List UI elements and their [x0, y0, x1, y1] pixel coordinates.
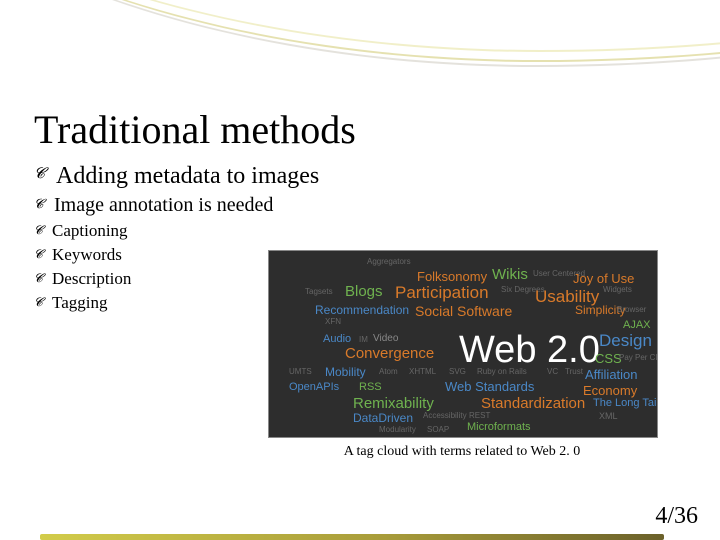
- tag: IM: [359, 335, 368, 344]
- tag: RSS: [359, 381, 382, 393]
- bottom-accent-bar: [40, 534, 664, 540]
- tag: Recommendation: [315, 303, 409, 317]
- tag: DataDriven: [353, 411, 413, 425]
- tag: Participation: [395, 283, 489, 303]
- tag-main: Web 2.0: [459, 329, 600, 372]
- tag: Convergence: [345, 345, 434, 362]
- tag: Wikis: [492, 266, 528, 283]
- tagcloud-figure: Aggregators Folksonomy Wikis User Center…: [268, 250, 656, 460]
- tag: OpenAPIs: [289, 381, 339, 393]
- tagcloud-image: Aggregators Folksonomy Wikis User Center…: [268, 250, 658, 438]
- slide-title: Traditional methods: [0, 0, 720, 153]
- tag: Browser: [617, 305, 646, 314]
- tag: Design: [599, 331, 652, 351]
- tag: Microformats: [467, 421, 531, 433]
- tag: XML: [599, 411, 618, 421]
- tag: Audio: [323, 333, 351, 345]
- tag: SOAP: [427, 425, 449, 434]
- tag: Affiliation: [585, 367, 638, 382]
- tag: Joy of Use: [573, 271, 634, 286]
- tag: Mobility: [325, 365, 366, 379]
- page-number: 4/36: [655, 503, 698, 530]
- tag: SVG: [449, 367, 466, 376]
- tag: XHTML: [409, 367, 436, 376]
- tag: VC: [547, 367, 558, 376]
- tag: XFN: [325, 317, 341, 326]
- image-caption: A tag cloud with terms related to Web 2.…: [268, 444, 656, 460]
- tag: UMTS: [289, 367, 312, 376]
- bullet-level2: Image annotation is needed: [34, 194, 720, 217]
- tag: Remixability: [353, 395, 434, 412]
- tag: Modularity: [379, 425, 416, 434]
- tag: Tagsets: [305, 287, 333, 296]
- tag: Trust: [565, 367, 583, 376]
- bullet-level1: Adding metadata to images: [34, 163, 720, 190]
- tag: Social Software: [415, 303, 512, 319]
- tag: REST: [469, 411, 490, 420]
- tag: Pay Per Click: [619, 353, 658, 362]
- tag: Aggregators: [367, 257, 411, 266]
- tag: Standardization: [481, 395, 585, 412]
- tag: CSS: [595, 351, 622, 366]
- tag: Ruby on Rails: [477, 367, 527, 376]
- tag: Blogs: [345, 283, 383, 300]
- tag: Folksonomy: [417, 269, 487, 284]
- tag: Accessibility: [423, 411, 467, 420]
- tag: AJAX: [623, 319, 651, 331]
- tag: Widgets: [603, 285, 632, 294]
- tag: The Long Tail: [593, 397, 658, 409]
- tag: Video: [373, 333, 398, 344]
- tag: Economy: [583, 383, 637, 398]
- tag: Web Standards: [445, 379, 534, 394]
- bullet-level3: Captioning: [34, 221, 720, 241]
- tag: Atom: [379, 367, 398, 376]
